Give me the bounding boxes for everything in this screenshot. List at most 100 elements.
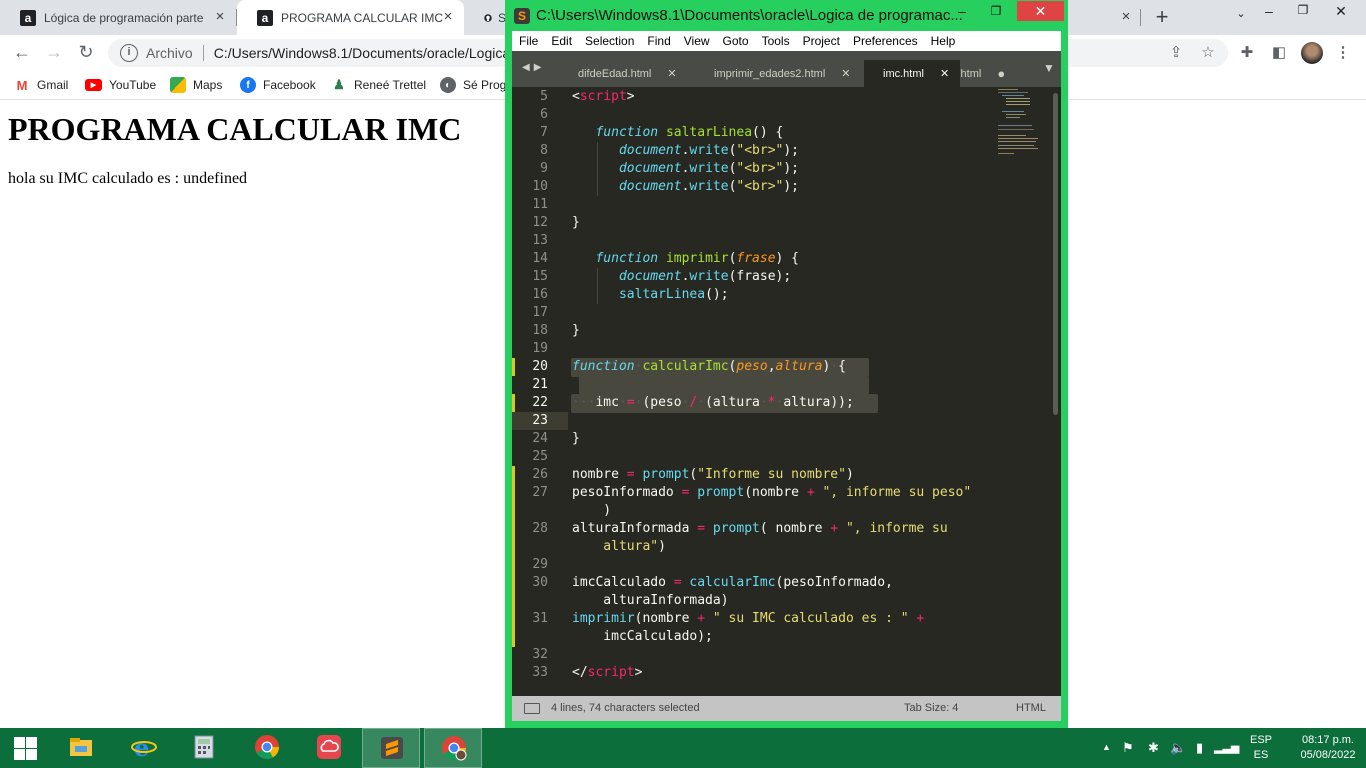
- browser-tab[interactable]: a Lógica de programación parte ×: [0, 0, 236, 35]
- line-number: 10: [532, 179, 548, 194]
- tab-divider: [1140, 9, 1141, 26]
- editor-tab-active[interactable]: imc.html ✕: [864, 60, 960, 87]
- editor-tab[interactable]: s.html ●: [960, 60, 1030, 87]
- internet-explorer-icon[interactable]: e: [115, 728, 173, 768]
- network-signal-icon[interactable]: ▂▃▅: [1214, 741, 1239, 754]
- tab-list-dropdown-icon[interactable]: ▼: [1043, 61, 1055, 75]
- sublime-text-icon[interactable]: [362, 728, 420, 768]
- input-language-indicator[interactable]: ESP ES: [1250, 733, 1272, 763]
- sublime-window-title: C:\Users\Windows8.1\Documents\oracle\Log…: [536, 7, 963, 24]
- menu-tools[interactable]: Tools: [755, 34, 796, 48]
- calculator-icon[interactable]: [175, 728, 233, 768]
- chrome-profile-icon[interactable]: [424, 728, 482, 768]
- battery-icon[interactable]: ▮: [1196, 740, 1203, 756]
- code-line: document.write("<br>");: [618, 179, 800, 194]
- browser-tab-partial[interactable]: ×: [1068, 0, 1140, 35]
- menu-goto[interactable]: Goto: [716, 34, 755, 48]
- menu-find[interactable]: Find: [640, 34, 676, 48]
- bookmark-se-prog[interactable]: ◐ Sé Prog: [440, 76, 506, 94]
- menu-project[interactable]: Project: [796, 34, 846, 48]
- page-title: PROGRAMA CALCULAR IMC: [8, 111, 462, 147]
- line-number-gutter: 5 6 7 8 9 10 11 12 13 14 15 16 17 18 19 …: [512, 87, 560, 696]
- bookmark-label: Reneé Trettel: [354, 78, 427, 92]
- bookmark-label: Gmail: [37, 78, 69, 92]
- info-icon[interactable]: i: [120, 44, 138, 62]
- line-number: 8: [540, 143, 548, 158]
- menu-help[interactable]: Help: [924, 34, 962, 48]
- close-tab-icon[interactable]: ×: [1118, 9, 1134, 25]
- share-icon[interactable]: ⇪: [1166, 43, 1186, 63]
- more-menu-icon[interactable]: ⋮: [1333, 43, 1353, 63]
- code-line: altura"): [572, 539, 666, 554]
- editor-tab[interactable]: imprimir_edades2.html ✕: [704, 60, 870, 87]
- close-tab-icon[interactable]: ×: [440, 9, 456, 25]
- chrome-icon[interactable]: [238, 728, 296, 768]
- extensions-puzzle-icon[interactable]: ✚: [1237, 43, 1257, 63]
- minimize-icon[interactable]: –: [949, 1, 975, 21]
- reload-icon[interactable]: ↻: [74, 41, 98, 65]
- editor-tab-label: difdeEdad.html: [578, 67, 652, 80]
- line-number: 28: [532, 521, 548, 536]
- panel-toggle-icon[interactable]: [524, 703, 540, 714]
- vertical-scrollbar[interactable]: [1053, 93, 1058, 415]
- editor-tab-label: imc.html: [883, 67, 924, 80]
- close-tab-icon[interactable]: ×: [212, 9, 228, 25]
- bluetooth-icon[interactable]: ✱: [1148, 740, 1159, 756]
- bookmark-maps[interactable]: Maps: [170, 76, 222, 94]
- browser-tab-title: Lógica de programación parte: [44, 10, 204, 25]
- selection-status: 4 lines, 74 characters selected: [551, 702, 700, 714]
- code-line: imcCalculado);: [572, 629, 713, 644]
- code-editor[interactable]: 5 6 7 8 9 10 11 12 13 14 15 16 17 18 19 …: [512, 87, 1061, 696]
- show-hidden-icons-chevron-icon[interactable]: ▲: [1102, 742, 1111, 752]
- line-number: 33: [532, 665, 548, 680]
- close-window-icon[interactable]: ✕: [1017, 1, 1064, 21]
- code-line: alturaInformada): [572, 593, 729, 608]
- minimize-icon[interactable]: –: [1257, 3, 1281, 23]
- browser-tab[interactable]: S: [464, 0, 506, 35]
- browser-tab-active[interactable]: a PROGRAMA CALCULAR IMC IN ×: [237, 0, 464, 35]
- sublime-text-window: S C:\Users\Windows8.1\Documents\oracle\L…: [505, 0, 1068, 728]
- code-minimap[interactable]: [994, 87, 1052, 167]
- code-line: ): [572, 503, 612, 518]
- bookmark-renee[interactable]: ♟ Reneé Trettel: [331, 76, 426, 94]
- menu-selection[interactable]: Selection: [578, 34, 640, 48]
- cloud-app-icon[interactable]: [300, 728, 358, 768]
- menu-edit[interactable]: Edit: [544, 34, 578, 48]
- tab-search-chevron-icon[interactable]: ⌄: [1229, 7, 1253, 27]
- bookmark-youtube[interactable]: ▶ YouTube: [85, 76, 156, 94]
- line-number: 13: [532, 233, 548, 248]
- close-window-icon[interactable]: ✕: [1329, 3, 1353, 23]
- forward-arrow-icon[interactable]: →: [42, 41, 66, 65]
- new-tab-button[interactable]: +: [1150, 6, 1174, 30]
- browser-tab-title: PROGRAMA CALCULAR IMC IN: [281, 10, 445, 25]
- close-tab-icon[interactable]: ✕: [667, 67, 676, 80]
- github-icon: [484, 13, 492, 22]
- side-panel-icon[interactable]: ◧: [1269, 43, 1289, 63]
- profile-avatar[interactable]: [1301, 42, 1323, 64]
- bookmark-gmail[interactable]: M Gmail: [14, 76, 68, 94]
- syntax-indicator[interactable]: HTML: [1016, 702, 1046, 714]
- tab-size-indicator[interactable]: Tab Size: 4: [904, 702, 958, 714]
- volume-icon[interactable]: 🔈: [1170, 740, 1186, 756]
- restore-icon[interactable]: ❐: [983, 1, 1009, 21]
- menu-view[interactable]: View: [677, 34, 716, 48]
- editor-tab[interactable]: difdeEdad.html ✕: [564, 60, 704, 87]
- system-clock[interactable]: 08:17 p.m. 05/08/2022: [1290, 733, 1366, 763]
- close-tab-icon[interactable]: ✕: [940, 67, 949, 80]
- line-number: 29: [532, 557, 548, 572]
- back-arrow-icon[interactable]: ←: [10, 41, 34, 65]
- bookmark-facebook[interactable]: f Facebook: [240, 76, 316, 94]
- close-tab-icon[interactable]: ✕: [841, 67, 850, 80]
- tab-scroll-arrows-icon[interactable]: ◀▶: [522, 62, 545, 73]
- star-bookmark-icon[interactable]: ☆: [1198, 43, 1218, 63]
- file-explorer-icon[interactable]: [52, 728, 110, 768]
- line-number: 27: [532, 485, 548, 500]
- line-number: 6: [540, 107, 548, 122]
- menu-file[interactable]: File: [512, 34, 544, 48]
- unsaved-dot-icon[interactable]: ●: [997, 66, 1005, 81]
- menu-preferences[interactable]: Preferences: [846, 34, 924, 48]
- action-center-flag-icon[interactable]: ⚑: [1122, 740, 1134, 756]
- bookmark-label: YouTube: [109, 78, 157, 92]
- restore-icon[interactable]: ❐: [1291, 3, 1315, 23]
- windows-start-icon[interactable]: [0, 728, 50, 768]
